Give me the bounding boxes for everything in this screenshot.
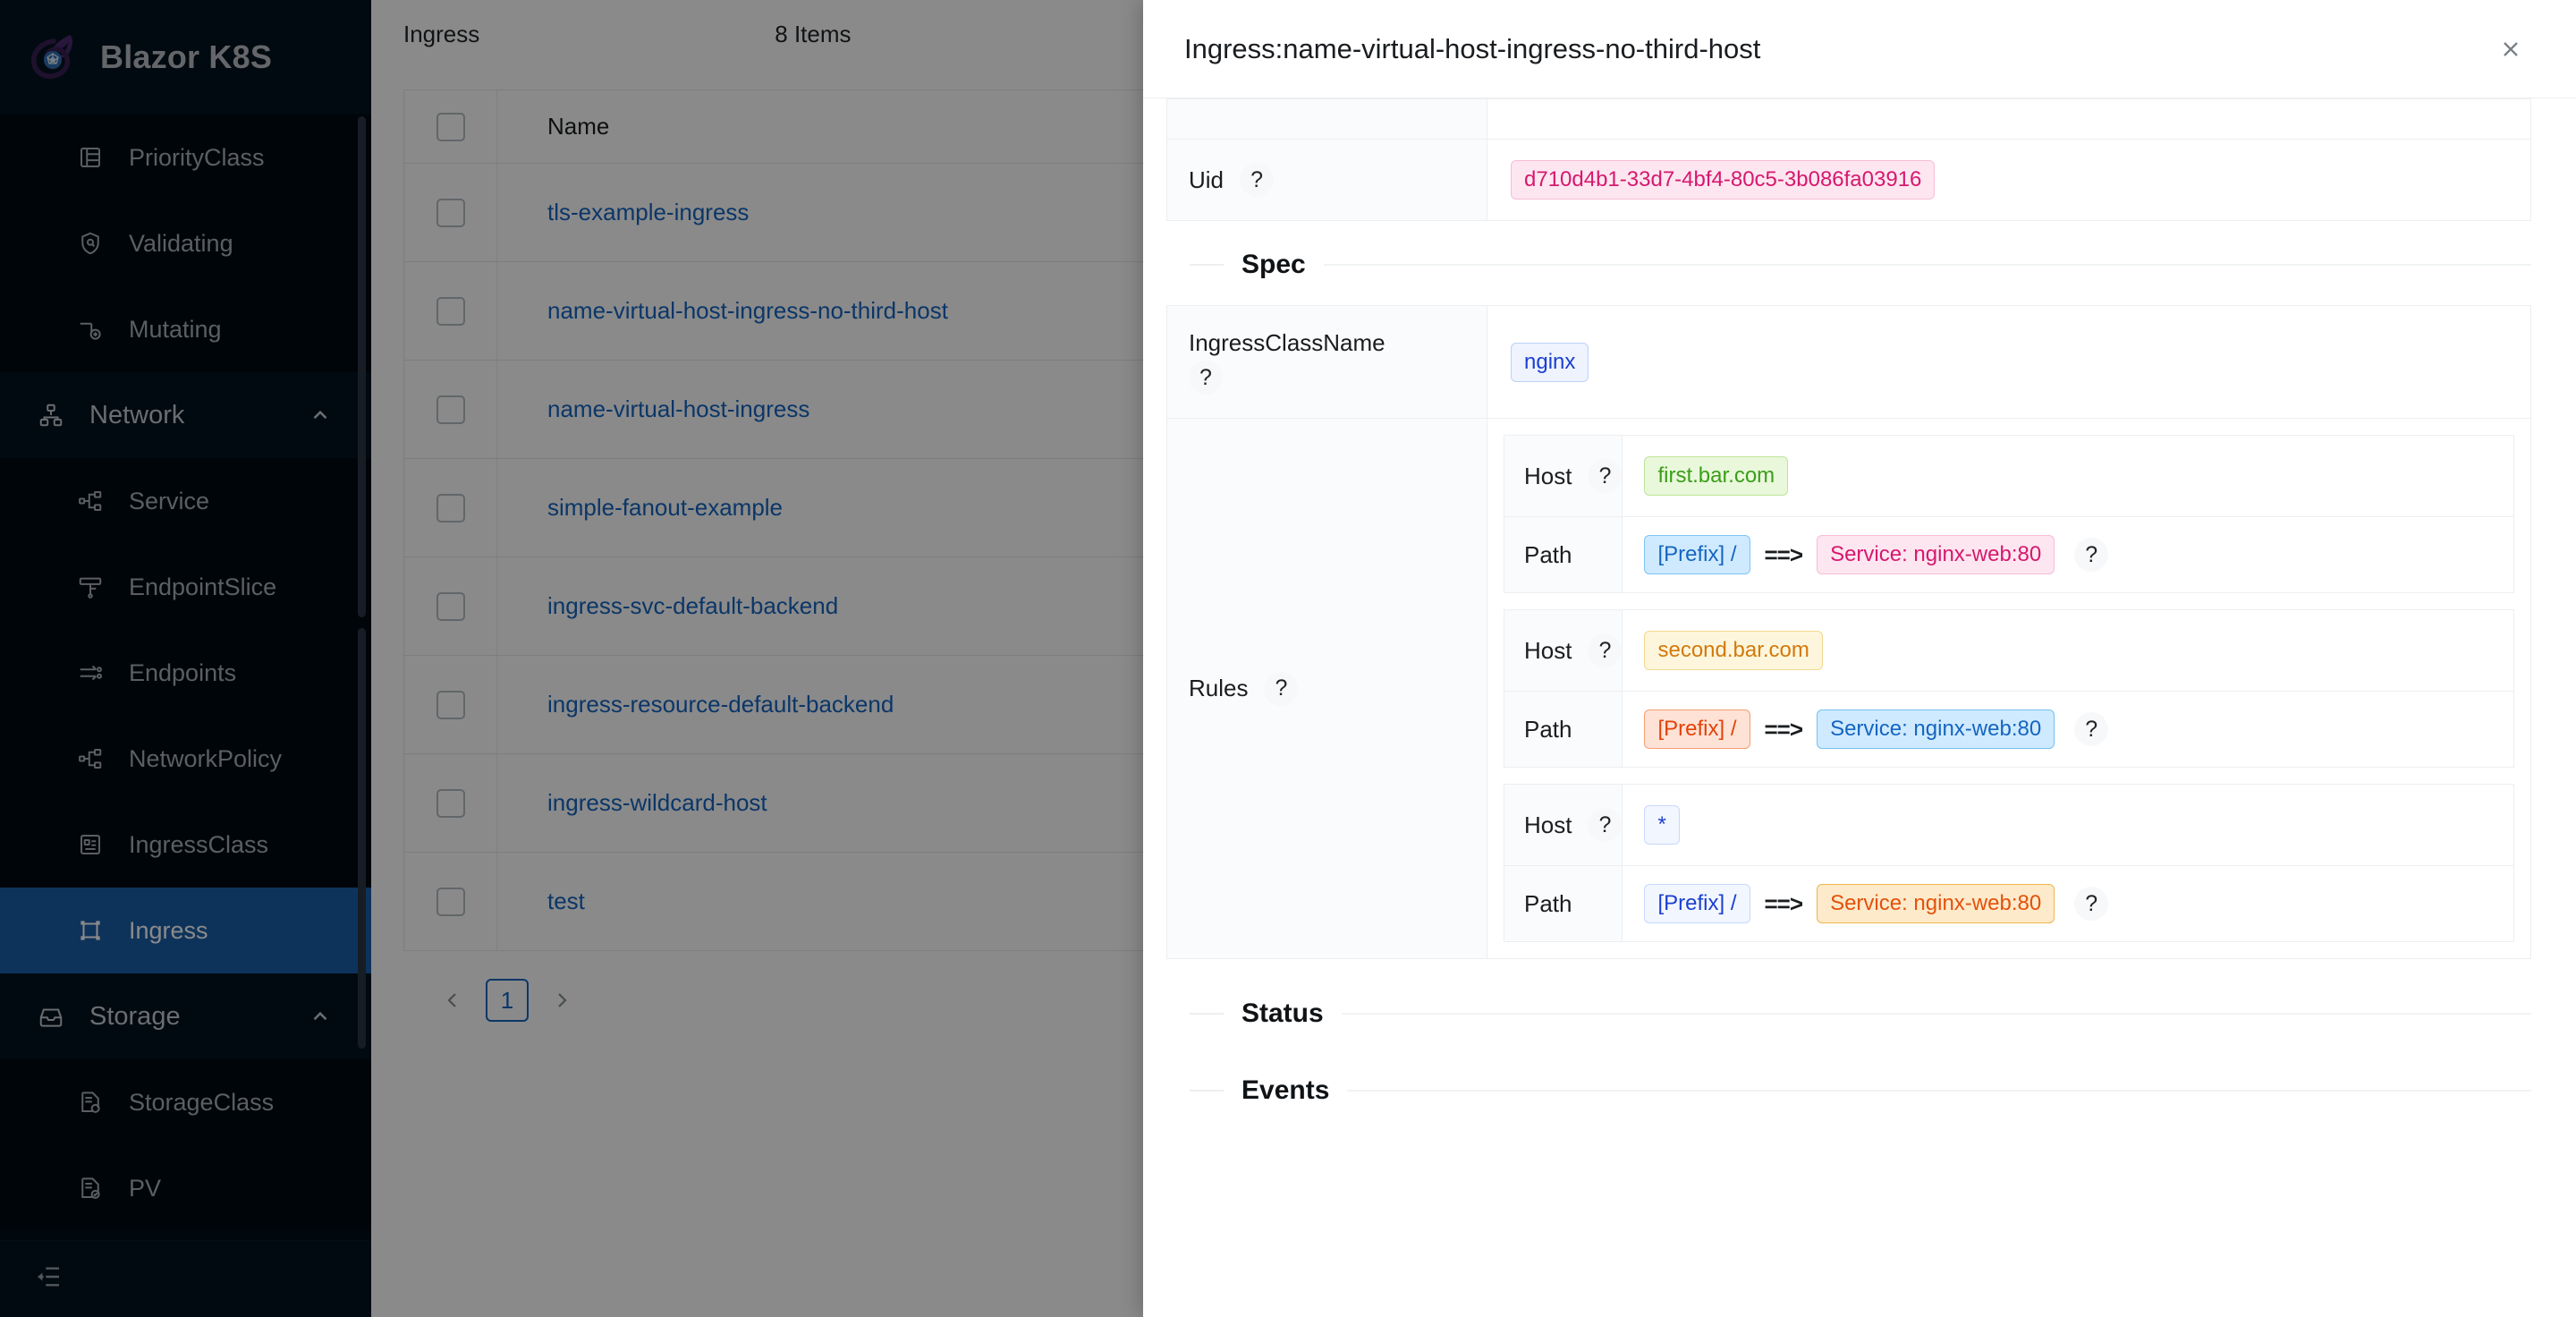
path-value-cell: [Prefix] / ==> Service: nginx-web:80 ? [1622,691,2513,767]
rules-label-cell: Rules ? [1166,418,1487,959]
ingress-class-name-label-cell: IngressClassName ? [1166,305,1487,419]
arrow-separator: ==> [1764,715,1804,743]
section-header-status: Status [1166,959,2531,1038]
host-label: Host [1524,636,1572,664]
ingress-class-name-value-cell: nginx [1487,305,2531,419]
arrow-separator: ==> [1764,540,1804,568]
path-label-cell: Path [1504,516,1623,592]
help-icon[interactable]: ? [1240,163,1275,197]
metadata-uid-row: Uid ? d710d4b1-33d7-4bf4-80c5-3b086fa039… [1166,139,2531,221]
path-value-cell: [Prefix] / ==> Service: nginx-web:80 ? [1622,865,2513,941]
rules-value-cell: Host ? first.bar.com Path [Prefix] / ==>… [1487,418,2531,959]
help-icon[interactable]: ? [1588,808,1623,842]
section-rule [1341,1013,2531,1015]
section-header-spec: Spec [1166,221,2531,305]
path-label: Path [1524,715,1572,743]
help-icon[interactable]: ? [2074,538,2109,572]
section-title-spec: Spec [1241,250,1306,279]
help-icon[interactable]: ? [1588,459,1623,493]
ingress-class-name-value: nginx [1511,342,1589,382]
path-label: Path [1524,889,1572,917]
metadata-table: Uid ? d710d4b1-33d7-4bf4-80c5-3b086fa039… [1166,98,2531,221]
rule-host-row: Host ? first.bar.com [1504,436,2513,517]
uid-label-cell: Uid ? [1166,139,1487,221]
rule-path-row: Path [Prefix] / ==> Service: nginx-web:8… [1504,516,2513,592]
rules-row: Rules ? Host ? first.bar.com Path [Prefi… [1166,418,2531,959]
rule-group: Host ? second.bar.com Path [Prefix] / ==… [1504,609,2514,768]
rule-group: Host ? first.bar.com Path [Prefix] / ==>… [1504,435,2514,593]
ingress-class-name-row: IngressClassName ? nginx [1166,305,2531,419]
host-value-cell: first.bar.com [1622,436,2513,517]
host-label: Host [1524,462,1572,489]
host-value-cell: second.bar.com [1622,610,2513,692]
path-value: [Prefix] / [1644,884,1750,923]
rules-label: Rules [1189,675,1249,701]
section-rule [1323,264,2531,266]
backend-value: Service: nginx-web:80 [1817,535,2055,574]
section-dash [1190,264,1224,266]
app-root: Blazor K8S PriorityClass Validating Muta [0,0,2576,1317]
host-label: Host [1524,811,1572,838]
rule-path-row: Path [Prefix] / ==> Service: nginx-web:8… [1504,865,2513,941]
help-icon[interactable]: ? [1588,633,1623,667]
path-label-cell: Path [1504,691,1623,767]
section-title-events: Events [1241,1075,1330,1105]
modal-body: Uid ? d710d4b1-33d7-4bf4-80c5-3b086fa039… [1143,98,2576,1317]
section-rule [1347,1090,2531,1092]
uid-value: d710d4b1-33d7-4bf4-80c5-3b086fa03916 [1511,160,1936,200]
rule-path-row: Path [Prefix] / ==> Service: nginx-web:8… [1504,691,2513,767]
rule-host-row: Host ? second.bar.com [1504,610,2513,692]
path-value-cell: [Prefix] / ==> Service: nginx-web:80 ? [1622,516,2513,592]
section-dash [1190,1090,1224,1092]
help-icon[interactable]: ? [2074,887,2109,921]
ingress-detail-panel: Ingress:name-virtual-host-ingress-no-thi… [1143,0,2576,1317]
close-icon[interactable] [2490,29,2531,70]
host-value: first.bar.com [1644,456,1789,496]
path-label-cell: Path [1504,865,1623,941]
modal-header: Ingress:name-virtual-host-ingress-no-thi… [1143,0,2576,98]
host-label-cell: Host ? [1504,785,1623,866]
backend-value: Service: nginx-web:80 [1817,884,2055,923]
modal-title: Ingress:name-virtual-host-ingress-no-thi… [1184,32,1761,64]
ingress-class-name-label: IngressClassName [1189,329,1385,356]
section-header-events: Events [1166,1038,2531,1115]
rule-host-row: Host ? * [1504,785,2513,866]
host-label-cell: Host ? [1504,610,1623,692]
section-dash [1190,1013,1224,1015]
backend-value: Service: nginx-web:80 [1817,709,2055,749]
metadata-partial-row [1166,98,2531,140]
uid-label: Uid [1189,166,1224,193]
spec-table: IngressClassName ? nginx Rules ? Host ? … [1166,305,2531,959]
host-label-cell: Host ? [1504,436,1623,517]
help-icon[interactable]: ? [1264,671,1299,706]
arrow-separator: ==> [1764,889,1804,917]
host-value: second.bar.com [1644,631,1823,670]
path-value: [Prefix] / [1644,535,1750,574]
host-value: * [1644,805,1680,845]
host-value-cell: * [1622,785,2513,866]
help-icon[interactable]: ? [2074,712,2109,746]
path-value: [Prefix] / [1644,709,1750,749]
path-label: Path [1524,540,1572,568]
rule-group: Host ? * Path [Prefix] / ==> Service: ng… [1504,784,2514,942]
help-icon[interactable]: ? [1189,361,1223,395]
section-title-status: Status [1241,998,1324,1028]
uid-value-cell: d710d4b1-33d7-4bf4-80c5-3b086fa03916 [1487,139,2531,221]
